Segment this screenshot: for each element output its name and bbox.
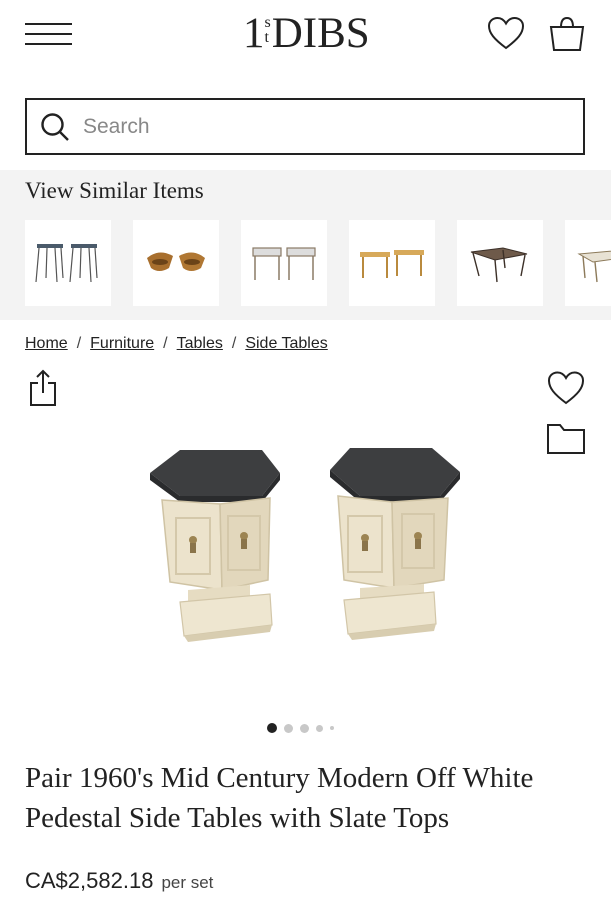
carousel-dots	[267, 723, 334, 733]
similar-item-nesting-tables[interactable]	[457, 220, 543, 306]
menu-icon[interactable]	[25, 21, 72, 47]
product-price: CA$2,582.18 per set	[25, 868, 213, 894]
similar-item-wood-stool-pair[interactable]	[133, 220, 219, 306]
price-unit: per set	[161, 873, 214, 892]
similar-items-section: View Similar Items	[0, 170, 611, 320]
search-box[interactable]	[25, 98, 585, 155]
search-icon	[41, 112, 69, 141]
product-title: Pair 1960's Mid Century Modern Off White…	[25, 762, 534, 834]
bag-icon[interactable]	[547, 14, 587, 54]
similar-item-brass-side-table[interactable]	[565, 220, 611, 306]
side-table-right	[330, 448, 460, 640]
breadcrumb-separator: /	[231, 335, 237, 352]
carousel-dot[interactable]	[300, 723, 309, 733]
search-input[interactable]	[83, 114, 553, 139]
similar-item-glass-top-table-pair[interactable]	[241, 220, 327, 306]
carousel-dot[interactable]	[284, 723, 293, 733]
share-icon[interactable]	[28, 369, 58, 407]
price-amount: CA$2,582.18	[25, 868, 154, 893]
breadcrumb-home[interactable]: Home	[25, 335, 68, 353]
breadcrumb: Home / Furniture / Tables / Side Tables	[25, 335, 328, 353]
breadcrumb-tables[interactable]: Tables	[177, 335, 223, 353]
header: 1 st DIBS	[0, 0, 611, 70]
similar-item-hairpin-table-pair[interactable]	[25, 220, 111, 306]
similar-items-title: View Similar Items	[25, 178, 204, 203]
heart-icon[interactable]	[486, 14, 526, 54]
folder-icon[interactable]	[546, 422, 586, 456]
side-table-left	[150, 450, 280, 642]
breadcrumb-separator: /	[163, 335, 168, 352]
site-logo[interactable]: 1 st DIBS	[243, 10, 370, 58]
favorite-icon[interactable]	[546, 368, 586, 408]
carousel-dot[interactable]	[316, 724, 323, 732]
carousel-dot-active[interactable]	[267, 723, 277, 733]
breadcrumb-side-tables[interactable]: Side Tables	[245, 335, 327, 353]
similar-item-blonde-wood-table-pair[interactable]	[349, 220, 435, 306]
breadcrumb-furniture[interactable]: Furniture	[90, 335, 154, 353]
product-image[interactable]	[140, 440, 470, 645]
carousel-dot[interactable]	[330, 726, 334, 730]
breadcrumb-separator: /	[76, 335, 82, 352]
